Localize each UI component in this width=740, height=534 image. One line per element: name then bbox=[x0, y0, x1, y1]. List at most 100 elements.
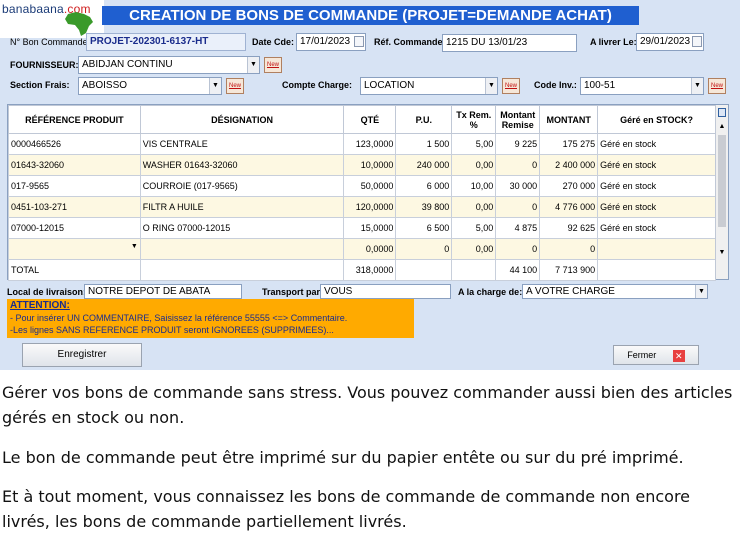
close-icon: ✕ bbox=[672, 349, 685, 362]
cell-pu[interactable]: 240 000 bbox=[395, 154, 453, 176]
cell-pu[interactable]: 6 000 bbox=[395, 175, 453, 197]
cell-stock: Géré en stock bbox=[597, 196, 716, 218]
cell-reference[interactable]: 0451-103-271 bbox=[8, 196, 141, 218]
column-header[interactable]: QTÉ bbox=[343, 105, 397, 134]
cell-pu[interactable]: 1 500 bbox=[395, 133, 453, 155]
num-commande-label: N° Bon Commande bbox=[10, 37, 88, 47]
livrer-le-field[interactable]: 29/01/2023 bbox=[636, 33, 704, 51]
close-button[interactable]: Fermer ✕ bbox=[613, 345, 699, 365]
chevron-down-icon[interactable]: ▼ bbox=[691, 78, 703, 94]
cell-designation[interactable]: FILTR A HUILE bbox=[139, 196, 345, 218]
total-empty bbox=[139, 259, 345, 281]
table-row[interactable]: 07000-12015 O RING 07000-12015 15,0000 6… bbox=[8, 217, 716, 239]
cell-tx-rem[interactable]: 5,00 bbox=[451, 217, 497, 239]
cell-tx-rem[interactable]: 0,00 bbox=[451, 238, 497, 260]
cell-montant-remise: 0 bbox=[495, 154, 541, 176]
cell-designation[interactable] bbox=[139, 238, 345, 260]
section-frais-select[interactable]: ABOISSO ▼ bbox=[78, 77, 222, 95]
table-total-row: TOTAL 318,0000 44 100 7 713 900 bbox=[8, 259, 716, 281]
chevron-down-icon[interactable]: ▼ bbox=[247, 57, 259, 73]
table-row[interactable]: 0000466526 VIS CENTRALE 123,0000 1 500 5… bbox=[8, 133, 716, 155]
cell-pu[interactable]: 0 bbox=[395, 238, 453, 260]
chevron-down-icon[interactable]: ▼ bbox=[131, 243, 138, 250]
cell-designation[interactable]: O RING 07000-12015 bbox=[139, 217, 345, 239]
total-remise: 44 100 bbox=[495, 259, 541, 281]
chevron-down-icon[interactable]: ▼ bbox=[209, 78, 221, 94]
livraison-field[interactable]: NOTRE DEPOT DE ABATA bbox=[84, 284, 242, 299]
fournisseur-select[interactable]: ABIDJAN CONTINU ▼ bbox=[78, 56, 260, 74]
cell-tx-rem[interactable]: 10,00 bbox=[451, 175, 497, 197]
caption-paragraph-2: Le bon de commande peut être imprimé sur… bbox=[2, 448, 684, 467]
transport-field[interactable]: VOUS bbox=[320, 284, 451, 299]
cell-designation[interactable]: WASHER 01643-32060 bbox=[139, 154, 345, 176]
compte-charge-select[interactable]: LOCATION ▼ bbox=[360, 77, 498, 95]
close-button-label: Fermer bbox=[627, 350, 657, 360]
cell-qte[interactable]: 123,0000 bbox=[343, 133, 397, 155]
new-section-button[interactable]: New bbox=[226, 78, 244, 94]
order-lines-grid[interactable]: RÉFÉRENCE PRODUIT DÉSIGNATION QTÉ P.U. T… bbox=[7, 104, 729, 281]
table-row[interactable]: 017-9565 COURROIE (017-9565) 50,0000 6 0… bbox=[8, 175, 716, 197]
table-row[interactable]: 01643-32060 WASHER 01643-32060 10,0000 2… bbox=[8, 154, 716, 176]
compte-charge-value: LOCATION bbox=[364, 80, 415, 91]
calendar-icon[interactable] bbox=[692, 36, 702, 47]
cell-pu[interactable]: 39 800 bbox=[395, 196, 453, 218]
order-lines-table: RÉFÉRENCE PRODUIT DÉSIGNATION QTÉ P.U. T… bbox=[8, 105, 716, 281]
table-row[interactable]: 0451-103-271 FILTR A HUILE 120,0000 39 8… bbox=[8, 196, 716, 218]
delete-row-icon[interactable] bbox=[718, 108, 726, 117]
cell-montant: 0 bbox=[539, 238, 599, 260]
column-header[interactable]: Montant Remise bbox=[495, 105, 541, 134]
cell-designation[interactable]: COURROIE (017-9565) bbox=[139, 175, 345, 197]
column-header[interactable]: DÉSIGNATION bbox=[139, 105, 345, 134]
total-qte: 318,0000 bbox=[343, 259, 397, 281]
fournisseur-label: FOURNISSEUR: bbox=[10, 60, 79, 70]
chevron-down-icon[interactable]: ▼ bbox=[695, 285, 707, 298]
cell-reference[interactable]: 017-9565 bbox=[8, 175, 141, 197]
cell-montant-remise: 4 875 bbox=[495, 217, 541, 239]
cell-qte[interactable]: 50,0000 bbox=[343, 175, 397, 197]
charge-value: A VOTRE CHARGE bbox=[526, 286, 615, 297]
scroll-thumb[interactable] bbox=[718, 135, 726, 227]
cell-stock: Géré en stock bbox=[597, 154, 716, 176]
cell-tx-rem[interactable]: 0,00 bbox=[451, 196, 497, 218]
new-compte-button[interactable]: New bbox=[502, 78, 520, 94]
new-code-inv-button[interactable]: New bbox=[708, 78, 726, 94]
column-header[interactable]: MONTANT bbox=[539, 105, 599, 134]
cell-tx-rem[interactable]: 5,00 bbox=[451, 133, 497, 155]
cell-montant-remise: 0 bbox=[495, 196, 541, 218]
cell-reference[interactable]: 07000-12015 bbox=[8, 217, 141, 239]
cell-qte[interactable]: 10,0000 bbox=[343, 154, 397, 176]
cell-montant: 270 000 bbox=[539, 175, 599, 197]
column-header[interactable]: P.U. bbox=[395, 105, 453, 134]
cell-montant-remise: 9 225 bbox=[495, 133, 541, 155]
save-button[interactable]: Enregistrer bbox=[22, 343, 142, 367]
cell-qte[interactable]: 0,0000 bbox=[343, 238, 397, 260]
scroll-down-icon[interactable]: ▼ bbox=[716, 246, 728, 259]
calendar-icon[interactable] bbox=[354, 36, 364, 47]
grid-scrollbar[interactable]: ▲ ▼ bbox=[715, 105, 728, 279]
column-header[interactable]: RÉFÉRENCE PRODUIT bbox=[8, 105, 141, 134]
cell-pu[interactable]: 6 500 bbox=[395, 217, 453, 239]
date-cde-label: Date Cde: bbox=[252, 37, 295, 47]
total-empty bbox=[597, 259, 716, 281]
date-cde-field[interactable]: 17/01/2023 bbox=[296, 33, 366, 51]
table-row-new[interactable]: ▼ 0,0000 0 0,00 0 0 bbox=[8, 238, 716, 260]
new-fournisseur-button[interactable]: New bbox=[264, 57, 282, 73]
cell-reference-select[interactable]: ▼ bbox=[8, 238, 141, 260]
charge-select[interactable]: A VOTRE CHARGE ▼ bbox=[522, 284, 708, 299]
ref-commande-field[interactable]: 1215 DU 13/01/23 bbox=[442, 34, 577, 52]
chevron-down-icon[interactable]: ▼ bbox=[485, 78, 497, 94]
code-inv-select[interactable]: 100-51 ▼ bbox=[580, 77, 704, 95]
column-header[interactable]: Tx Rem. % bbox=[451, 105, 497, 134]
cell-tx-rem[interactable]: 0,00 bbox=[451, 154, 497, 176]
column-header[interactable]: Géré en STOCK? bbox=[597, 105, 716, 134]
total-montant: 7 713 900 bbox=[539, 259, 599, 281]
livrer-le-label: A livrer Le: bbox=[590, 37, 637, 47]
cell-qte[interactable]: 120,0000 bbox=[343, 196, 397, 218]
save-button-label: Enregistrer bbox=[57, 349, 107, 360]
cell-reference[interactable]: 0000466526 bbox=[8, 133, 141, 155]
cell-qte[interactable]: 15,0000 bbox=[343, 217, 397, 239]
cell-reference[interactable]: 01643-32060 bbox=[8, 154, 141, 176]
cell-designation[interactable]: VIS CENTRALE bbox=[139, 133, 345, 155]
section-frais-value: ABOISSO bbox=[82, 80, 128, 91]
scroll-up-icon[interactable]: ▲ bbox=[716, 120, 728, 133]
